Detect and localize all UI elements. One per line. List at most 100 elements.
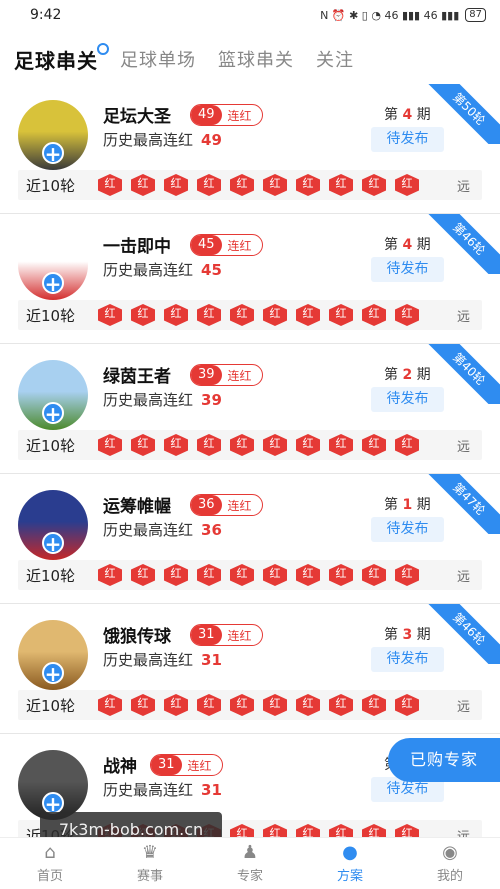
round-ribbon: 第46轮 bbox=[420, 604, 500, 664]
result-badge: 红 bbox=[296, 564, 320, 586]
tabbar-item-trophy[interactable]: ♛ 赛事 bbox=[100, 838, 200, 889]
result-badge: 红 bbox=[395, 564, 419, 586]
tabbar-item-expert[interactable]: ♟ 专家 bbox=[200, 838, 300, 889]
period-prefix: 第 bbox=[384, 497, 398, 513]
result-badges: 红红红红红红红红红红 bbox=[98, 564, 419, 586]
tabbar-label: 我的 bbox=[436, 869, 463, 884]
result-badge: 红 bbox=[230, 694, 254, 716]
streak-badge: 45 连红 bbox=[190, 234, 263, 256]
tabbar-item-home[interactable]: ⌂ 首页 bbox=[0, 838, 100, 889]
history-best: 历史最高连红 36 bbox=[103, 519, 222, 540]
result-badge: 红 bbox=[362, 304, 386, 326]
result-badge: 红 bbox=[164, 694, 188, 716]
result-badge: 红 bbox=[197, 174, 221, 196]
result-badge: 红 bbox=[164, 564, 188, 586]
result-badge: 红 bbox=[164, 304, 188, 326]
streak-count: 31 bbox=[151, 755, 182, 775]
period-prefix: 第 bbox=[384, 627, 398, 643]
round-ribbon: 第46轮 bbox=[420, 214, 500, 274]
result-badge: 红 bbox=[362, 564, 386, 586]
recent-label: 近10轮 bbox=[26, 176, 76, 195]
round-ribbon-text: 第40轮 bbox=[420, 344, 500, 404]
tabbar-label: 首页 bbox=[36, 869, 63, 884]
result-badge: 红 bbox=[131, 564, 155, 586]
result-badge: 红 bbox=[296, 434, 320, 456]
plan-icon: ● bbox=[342, 842, 358, 863]
result-badge: 红 bbox=[395, 174, 419, 196]
result-badge: 红 bbox=[197, 304, 221, 326]
recent-label: 近10轮 bbox=[26, 566, 76, 585]
streak-badge: 39 连红 bbox=[190, 364, 263, 386]
follow-plus-button[interactable]: + bbox=[42, 662, 64, 684]
follow-plus-button[interactable]: + bbox=[42, 402, 64, 424]
result-badge: 红 bbox=[263, 564, 287, 586]
round-ribbon-text: 第46轮 bbox=[420, 604, 500, 664]
recent-results: 近10轮红红红红红红红红红红远 bbox=[18, 430, 482, 460]
streak-badge: 36 连红 bbox=[190, 494, 263, 516]
purchased-experts-button[interactable]: 已购专家 bbox=[388, 738, 500, 782]
streak-count: 45 bbox=[191, 235, 222, 255]
streak-badge: 31 连红 bbox=[150, 754, 223, 776]
round-ribbon: 第40轮 bbox=[420, 344, 500, 404]
tabbar-label: 专家 bbox=[236, 869, 263, 884]
far-label: 远 bbox=[456, 439, 470, 455]
round-ribbon-text: 第47轮 bbox=[420, 474, 500, 534]
history-best: 历史最高连红 31 bbox=[103, 779, 222, 800]
follow-plus-button[interactable]: + bbox=[42, 272, 64, 294]
history-best: 历史最高连红 45 bbox=[103, 259, 222, 280]
history-value: 31 bbox=[201, 781, 222, 799]
tab-football-parlay[interactable]: 足球串关 bbox=[14, 42, 109, 74]
period-number: 4 bbox=[402, 107, 413, 123]
history-label: 历史最高连红 bbox=[103, 131, 194, 149]
result-badge: 红 bbox=[329, 564, 353, 586]
far-label: 远 bbox=[456, 699, 470, 715]
expert-card[interactable]: + 绿茵王者 39 连红 历史最高连红 39 第 2 期待发布 第40轮 近10轮红红红红红红红… bbox=[0, 344, 500, 474]
round-ribbon: 第50轮 bbox=[420, 84, 500, 144]
expert-name: 运筹帷幄 bbox=[103, 497, 171, 517]
tabbar-item-profile[interactable]: ◉ 我的 bbox=[400, 838, 500, 889]
tab-football-single[interactable]: 足球单场 bbox=[120, 46, 196, 72]
expert-icon: ♟ bbox=[241, 842, 259, 863]
expert-name: 战神 bbox=[103, 757, 137, 777]
result-badge: 红 bbox=[230, 174, 254, 196]
history-value: 31 bbox=[201, 651, 222, 669]
recent-label: 近10轮 bbox=[26, 436, 76, 455]
history-value: 36 bbox=[201, 521, 222, 539]
history-value: 49 bbox=[201, 131, 222, 149]
result-badges: 红红红红红红红红红红 bbox=[98, 174, 419, 196]
result-badge: 红 bbox=[362, 694, 386, 716]
tab-follow[interactable]: 关注 bbox=[316, 46, 354, 72]
history-value: 39 bbox=[201, 391, 222, 409]
expert-card[interactable]: + 一击即中 45 连红 历史最高连红 45 第 4 期待发布 第46轮 近10轮红红红红红红红… bbox=[0, 214, 500, 344]
streak-label: 连红 bbox=[187, 758, 212, 773]
result-badge: 红 bbox=[362, 434, 386, 456]
result-badge: 红 bbox=[329, 434, 353, 456]
tabbar-label: 赛事 bbox=[136, 869, 163, 884]
history-best: 历史最高连红 49 bbox=[103, 129, 222, 150]
history-best: 历史最高连红 31 bbox=[103, 649, 222, 670]
expert-card[interactable]: + 运筹帷幄 36 连红 历史最高连红 36 第 1 期待发布 第47轮 近10轮红红红红红红红… bbox=[0, 474, 500, 604]
period-number: 4 bbox=[402, 237, 413, 253]
expert-card[interactable]: + 足坛大圣 49 连红 历史最高连红 49 第 4 期待发布 第50轮 近10轮红红红红红红红… bbox=[0, 84, 500, 214]
follow-plus-button[interactable]: + bbox=[42, 532, 64, 554]
recent-results: 近10轮红红红红红红红红红红远 bbox=[18, 300, 482, 330]
history-label: 历史最高连红 bbox=[103, 521, 194, 539]
result-badge: 红 bbox=[197, 434, 221, 456]
tab-basketball-parlay[interactable]: 篮球串关 bbox=[218, 46, 294, 72]
history-label: 历史最高连红 bbox=[103, 651, 194, 669]
streak-label: 连红 bbox=[227, 628, 252, 643]
streak-count: 39 bbox=[191, 365, 222, 385]
result-badge: 红 bbox=[329, 174, 353, 196]
streak-count: 36 bbox=[191, 495, 222, 515]
result-badge: 红 bbox=[263, 434, 287, 456]
result-badges: 红红红红红红红红红红 bbox=[98, 304, 419, 326]
expert-card[interactable]: + 饿狼传球 31 连红 历史最高连红 31 第 3 期待发布 第46轮 近10轮红红红红红红红… bbox=[0, 604, 500, 734]
home-icon: ⌂ bbox=[44, 842, 56, 863]
follow-plus-button[interactable]: + bbox=[42, 792, 64, 814]
history-value: 45 bbox=[201, 261, 222, 279]
follow-plus-button[interactable]: + bbox=[42, 142, 64, 164]
result-badge: 红 bbox=[164, 434, 188, 456]
tabbar-item-plan[interactable]: ● 方案 bbox=[300, 838, 400, 889]
expert-name: 足坛大圣 bbox=[103, 107, 171, 127]
result-badge: 红 bbox=[98, 434, 122, 456]
